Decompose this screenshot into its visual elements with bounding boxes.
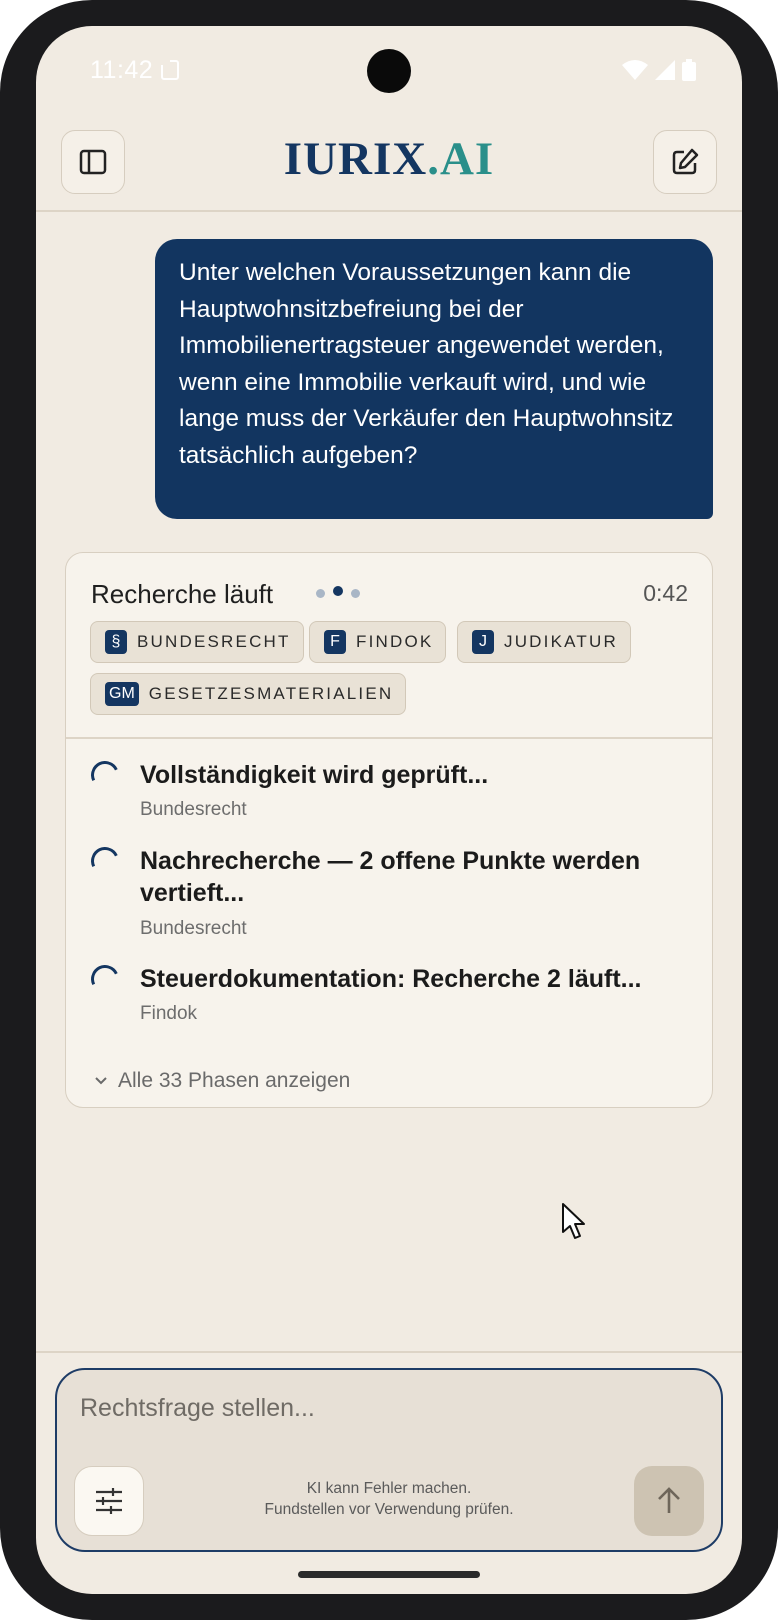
composer-divider xyxy=(36,1351,742,1353)
loading-spinner-icon xyxy=(87,961,123,997)
loading-dots xyxy=(316,585,360,598)
wifi-icon xyxy=(622,60,648,80)
loading-spinner-icon xyxy=(87,843,123,879)
home-indicator[interactable] xyxy=(298,1571,480,1578)
source-tag-gesetzesmaterialien: GM GESETZESMATERIALIEN xyxy=(90,673,407,715)
status-icons xyxy=(622,59,696,81)
mouse-cursor-icon xyxy=(562,1203,585,1239)
front-camera xyxy=(367,49,411,93)
app-logo: IURIX.AI xyxy=(283,133,495,185)
header-divider xyxy=(36,210,742,212)
sim-card-icon xyxy=(160,59,180,86)
question-input[interactable] xyxy=(80,1394,640,1423)
status-time: 11:42 xyxy=(90,56,154,84)
phase-source: Bundesrecht xyxy=(140,918,247,939)
source-tag-findok: F FINDOK xyxy=(309,621,447,663)
source-tag-judikatur: J JUDIKATUR xyxy=(457,621,631,663)
ai-disclaimer: KI kann Fehler machen. Fundstellen vor V… xyxy=(264,1480,514,1518)
research-timer: 0:42 xyxy=(643,580,688,606)
phase-title: Nachrecherche — 2 offene Punkte werden v… xyxy=(140,847,641,907)
phase-source: Findok xyxy=(140,1003,198,1024)
signal-icon xyxy=(655,60,675,80)
user-message-bubble: Unter welchen Voraussetzungen kann die H… xyxy=(155,239,713,519)
source-tag-bundesrecht: § BUNDESRECHT xyxy=(90,621,304,663)
loading-spinner-icon xyxy=(87,757,123,793)
paragraph-icon: § xyxy=(105,630,127,654)
edit-icon xyxy=(672,148,699,175)
new-chat-button[interactable] xyxy=(653,130,717,194)
research-title: Recherche läuft xyxy=(91,579,274,609)
research-progress-card: Recherche läuft 0:42 § BUNDESRECHT F FIN… xyxy=(65,552,713,1108)
app-screen: 11:42 IURIX.AI Unter welchen Voraussetzu… xyxy=(36,26,742,1594)
send-button[interactable] xyxy=(634,1466,704,1536)
phone-frame: 11:42 IURIX.AI Unter welchen Voraussetzu… xyxy=(0,0,778,1620)
phase-source: Bundesrecht xyxy=(140,799,247,820)
findok-icon: F xyxy=(324,630,346,654)
gesetzesmaterialien-icon: GM xyxy=(105,682,139,706)
battery-icon xyxy=(682,59,696,81)
phase-title: Steuerdokumentation: Recherche 2 läuft..… xyxy=(140,965,642,993)
filter-settings-button[interactable] xyxy=(74,1466,144,1536)
show-all-phases-button[interactable]: Alle 33 Phasen anzeigen xyxy=(94,1069,350,1093)
arrow-up-icon xyxy=(658,1487,680,1513)
card-divider xyxy=(66,737,712,739)
composer: KI kann Fehler machen. Fundstellen vor V… xyxy=(55,1368,723,1552)
sliders-icon xyxy=(96,1488,122,1514)
chevron-down-icon xyxy=(95,1077,107,1085)
show-all-label: Alle 33 Phasen anzeigen xyxy=(118,1069,351,1092)
judikatur-icon: J xyxy=(472,630,494,654)
phase-title: Vollständigkeit wird geprüft... xyxy=(140,761,489,789)
